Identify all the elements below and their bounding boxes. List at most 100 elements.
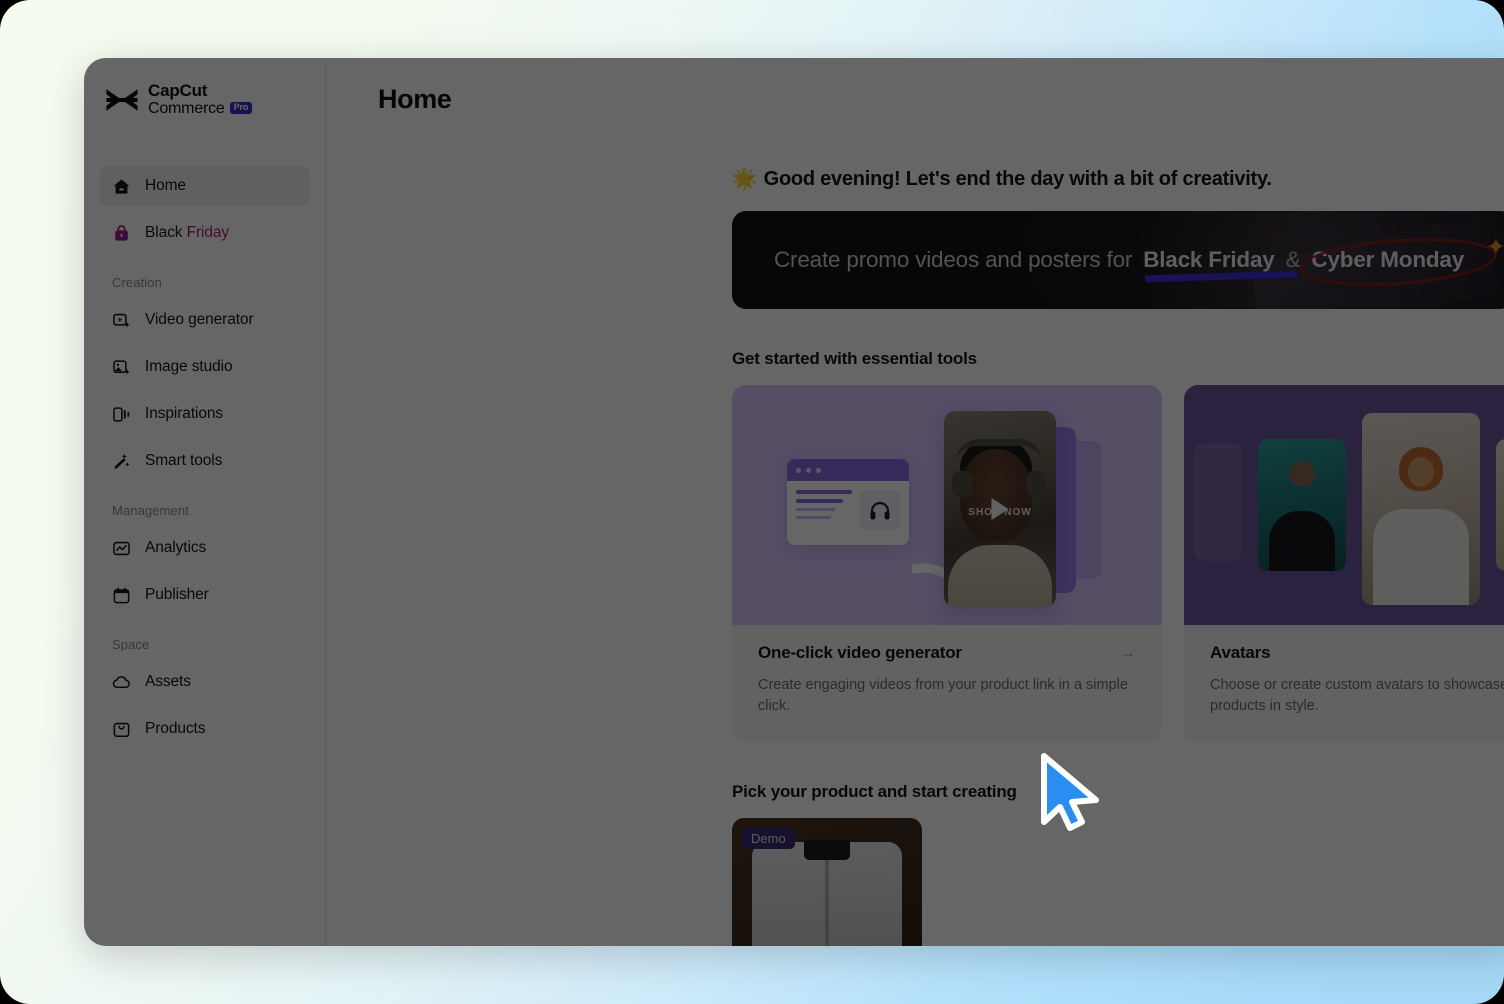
tool-card-avatars[interactable]: Avatars → Choose or create custom avatar… [1184,385,1504,742]
browser-dot [806,467,811,473]
demo-badge: Demo [742,827,795,849]
sidebar-item-label: Black Friday [145,224,230,241]
banner-highlight-1-text: Black Friday [1143,247,1275,272]
text-line [796,508,836,511]
capcut-logo-icon [106,89,138,111]
product-bag-icon [113,722,130,737]
avatar-slot-3 [1496,439,1504,571]
brand-name-line2: Commerce [148,100,225,118]
play-button-icon [991,498,1009,520]
sidebar-item-label: Smart tools [145,452,223,469]
cloud-icon [112,675,130,688]
banner-text: Create promo videos and posters for Blac… [732,232,1499,292]
product-image-shirt [752,839,902,946]
tool-card-one-click-video-generator[interactable]: SHOP NOW One-click video generator → Cre… [732,385,1162,742]
browser-body [787,481,909,539]
main-content: Home 🌟 Good evening! Let's end the day wi… [326,58,1504,946]
avatar-body [1373,509,1469,605]
sidebar-item-image-studio[interactable]: Image studio [100,347,310,387]
text-line [796,490,852,494]
sparkle-icon: ✦ [1485,234,1504,261]
section-title-pick-product: Pick your product and start creating [732,781,1017,801]
sidebar-item-inspirations[interactable]: Inspirations [100,394,310,434]
gift-bag-icon [115,224,128,241]
banner-highlight-cyber-monday: Cyber Monday [1298,232,1499,292]
headphone-cup-right [1026,471,1046,497]
greeting-text: Good evening! Let's end the day with a b… [763,168,1272,190]
sidebar-item-label: Inspirations [145,405,224,422]
tool-cards-row: SHOP NOW One-click video generator → Cre… [732,385,1504,742]
product-thumbnail [860,490,900,530]
banner-separator: & [1285,247,1301,272]
section-title-essential-tools: Get started with essential tools [732,349,977,368]
inspirations-icon [113,406,130,422]
tool-card-description: Create engaging videos from your product… [758,677,1128,715]
sidebar-group-title-space: Space [112,637,150,652]
tool-card-header: One-click video generator → [758,643,1136,663]
tool-card-title: One-click video generator [758,643,962,662]
avatar-sweater [948,545,1052,607]
content-column: 🌟 Good evening! Let's end the day with a … [732,166,1504,946]
sidebar-item-label: Analytics [145,539,207,556]
tool-card-artwork: SHOP NOW [732,385,1162,625]
browser-titlebar [787,459,909,481]
text-line [796,516,831,519]
sidebar-group-title-management: Management [112,503,189,518]
product-row: Demo [732,817,1504,946]
headphone-cup-left [952,471,972,497]
product-card[interactable]: Demo [732,817,922,946]
headphone-band [956,439,1042,462]
sidebar-item-assets[interactable]: Assets [100,662,310,702]
sidebar-item-home[interactable]: Home [100,166,310,206]
brand-logo-block[interactable]: CapCut Commerce Pro [104,81,253,118]
banner-prefix: Create promo videos and posters for [774,247,1133,272]
avatar-head [1408,457,1434,487]
sidebar-item-video-generator[interactable]: Video generator [100,300,310,340]
sidebar-item-label: Assets [145,673,191,690]
avatar-body [1269,511,1335,571]
magic-wand-icon [114,453,130,469]
shirt-collar [804,839,850,860]
analytics-chart-icon [113,541,130,555]
arrow-right-icon[interactable]: → [1119,643,1136,663]
calendar-icon [113,587,130,603]
headphones-icon [870,501,890,520]
sidebar-item-publisher[interactable]: Publisher [100,575,310,615]
page-title: Home [378,84,452,114]
avatar-slot-2 [1362,413,1480,605]
sidebar-item-products[interactable]: Products [100,709,310,749]
tool-card-body: One-click video generator → Create engag… [732,625,1162,742]
home-icon [113,178,130,194]
sidebar-nav: Home Black Friday Creation Video generat… [84,166,326,756]
avatar-slot-1 [1258,439,1346,571]
text-line [796,499,844,503]
browser-text-lines [796,490,852,530]
avatar-slot-placeholder [1194,443,1242,561]
sidebar-group-title-creation: Creation [112,275,162,290]
sidebar-item-black-friday[interactable]: Black Friday [100,213,310,253]
promo-banner[interactable]: Create promo videos and posters for Blac… [732,211,1504,309]
tool-card-header: Avatars → [1210,643,1504,663]
sidebar-item-analytics[interactable]: Analytics [100,528,310,568]
browser-dot [796,467,801,473]
greeting-heading: 🌟 Good evening! Let's end the day with a … [732,166,1504,191]
tool-card-description: Choose or create custom avatars to showc… [1210,677,1504,715]
browser-dot [816,467,821,473]
app-window: CapCut Commerce Pro Home Black Friday Cr… [84,58,1504,946]
pro-badge: Pro [229,101,253,114]
generated-video-preview: SHOP NOW [944,411,1056,607]
desktop-background: CapCut Commerce Pro Home Black Friday Cr… [0,0,1504,1004]
sidebar-item-smart-tools[interactable]: Smart tools [100,441,310,481]
sidebar: CapCut Commerce Pro Home Black Friday Cr… [84,58,326,946]
tool-card-body: Avatars → Choose or create custom avatar… [1184,625,1504,742]
shirt-placket [825,859,829,946]
avatar-face [960,449,1032,541]
sidebar-item-label: Video generator [145,311,254,328]
tool-card-artwork [1184,385,1504,625]
browser-mock [787,459,909,545]
video-sparkle-icon [113,313,130,327]
avatar-head [1289,461,1315,487]
banner-highlight-black-friday: Black Friday [1143,247,1298,283]
sidebar-item-label: Home [145,177,186,194]
brand-name-line1: CapCut [148,81,208,100]
